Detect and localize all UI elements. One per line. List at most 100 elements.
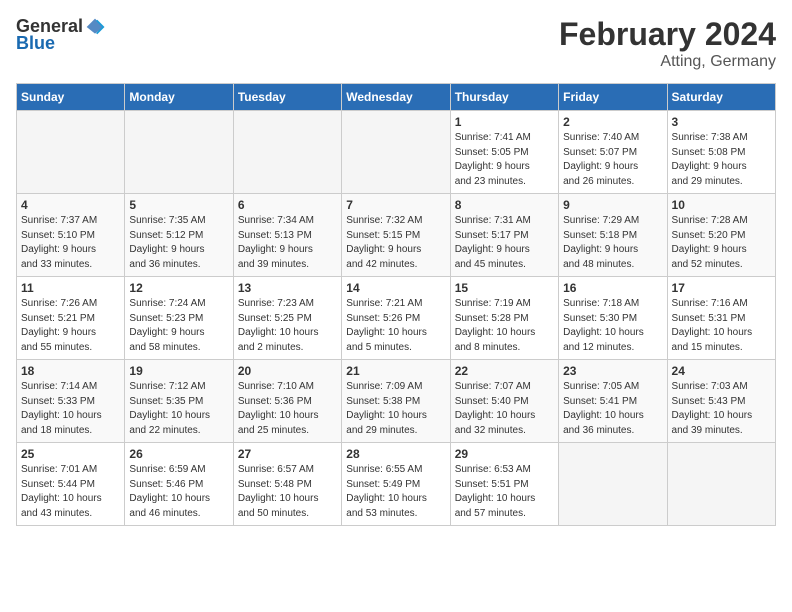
calendar-week-row: 11 Sunrise: 7:26 AMSunset: 5:21 PMDayligh… xyxy=(17,277,776,360)
calendar-cell: 19Sunrise: 7:12 AMSunset: 5:35 PMDayligh… xyxy=(125,360,233,443)
day-number: 21 xyxy=(346,364,445,378)
day-info: Sunrise: 7:05 AMSunset: 5:41 PMDaylight:… xyxy=(563,380,662,438)
day-number: 9 xyxy=(563,198,662,212)
calendar-cell: 22 Sunrise: 7:07 AMSunset: 5:40 PMDayligh… xyxy=(450,360,558,443)
day-number: 20 xyxy=(238,364,337,378)
day-info: Sunrise: 7:29 AMSunset: 5:18 PMDaylight:… xyxy=(563,214,662,272)
page-header: General Blue February 2024 Atting, Germa… xyxy=(16,16,776,71)
calendar-week-row: 4 Sunrise: 7:37 AMSunset: 5:10 PMDaylight… xyxy=(17,194,776,277)
logo-blue-text: Blue xyxy=(16,33,55,54)
calendar-cell: 28 Sunrise: 6:55 AMSunset: 5:49 PMDayligh… xyxy=(342,443,450,526)
calendar-cell xyxy=(342,111,450,194)
day-info: Sunrise: 7:32 AMSunset: 5:15 PMDaylight:… xyxy=(346,214,445,272)
day-number: 24 xyxy=(672,364,771,378)
day-number: 4 xyxy=(21,198,120,212)
day-info: Sunrise: 7:18 AMSunset: 5:30 PMDaylight:… xyxy=(563,297,662,355)
day-number: 23 xyxy=(563,364,662,378)
day-info: Sunrise: 7:14 AMSunset: 5:33 PMDaylight:… xyxy=(21,380,120,438)
day-info: Sunrise: 7:40 AMSunset: 5:07 PMDaylight:… xyxy=(563,131,662,189)
day-number: 2 xyxy=(563,115,662,129)
calendar-cell xyxy=(667,443,775,526)
calendar-cell: 21Sunrise: 7:09 AMSunset: 5:38 PMDayligh… xyxy=(342,360,450,443)
day-info: Sunrise: 7:38 AMSunset: 5:08 PMDaylight:… xyxy=(672,131,771,189)
calendar-week-row: 1Sunrise: 7:41 AMSunset: 5:05 PMDaylight… xyxy=(17,111,776,194)
calendar-week-row: 18 Sunrise: 7:14 AMSunset: 5:33 PMDayligh… xyxy=(17,360,776,443)
day-number: 25 xyxy=(21,447,120,461)
calendar-cell: 11 Sunrise: 7:26 AMSunset: 5:21 PMDayligh… xyxy=(17,277,125,360)
calendar-cell: 10 Sunrise: 7:28 AMSunset: 5:20 PMDayligh… xyxy=(667,194,775,277)
calendar-cell: 29 Sunrise: 6:53 AMSunset: 5:51 PMDayligh… xyxy=(450,443,558,526)
calendar-cell: 13Sunrise: 7:23 AMSunset: 5:25 PMDayligh… xyxy=(233,277,341,360)
day-number: 1 xyxy=(455,115,554,129)
day-number: 11 xyxy=(21,281,120,295)
day-info: Sunrise: 7:23 AMSunset: 5:25 PMDaylight:… xyxy=(238,297,337,355)
day-number: 17 xyxy=(672,281,771,295)
day-number: 14 xyxy=(346,281,445,295)
calendar-cell: 4 Sunrise: 7:37 AMSunset: 5:10 PMDaylight… xyxy=(17,194,125,277)
calendar-cell: 24 Sunrise: 7:03 AMSunset: 5:43 PMDayligh… xyxy=(667,360,775,443)
calendar-cell xyxy=(17,111,125,194)
calendar-cell: 14 Sunrise: 7:21 AMSunset: 5:26 PMDayligh… xyxy=(342,277,450,360)
day-of-week-header: Thursday xyxy=(450,84,558,111)
day-number: 15 xyxy=(455,281,554,295)
calendar-cell: 2 Sunrise: 7:40 AMSunset: 5:07 PMDaylight… xyxy=(559,111,667,194)
calendar-cell xyxy=(233,111,341,194)
day-number: 28 xyxy=(346,447,445,461)
calendar-cell: 27 Sunrise: 6:57 AMSunset: 5:48 PMDayligh… xyxy=(233,443,341,526)
day-info: Sunrise: 7:19 AMSunset: 5:28 PMDaylight:… xyxy=(455,297,554,355)
calendar-cell: 17 Sunrise: 7:16 AMSunset: 5:31 PMDayligh… xyxy=(667,277,775,360)
day-of-week-header: Saturday xyxy=(667,84,775,111)
day-number: 27 xyxy=(238,447,337,461)
day-info: Sunrise: 7:01 AMSunset: 5:44 PMDaylight:… xyxy=(21,463,120,521)
day-number: 19 xyxy=(129,364,228,378)
calendar-table: SundayMondayTuesdayWednesdayThursdayFrid… xyxy=(16,83,776,526)
day-info: Sunrise: 7:34 AMSunset: 5:13 PMDaylight:… xyxy=(238,214,337,272)
calendar-cell: 8 Sunrise: 7:31 AMSunset: 5:17 PMDaylight… xyxy=(450,194,558,277)
day-info: Sunrise: 7:35 AMSunset: 5:12 PMDaylight:… xyxy=(129,214,228,272)
day-number: 5 xyxy=(129,198,228,212)
day-number: 3 xyxy=(672,115,771,129)
day-of-week-header: Sunday xyxy=(17,84,125,111)
calendar-title: February 2024 xyxy=(559,16,776,53)
calendar-cell: 6Sunrise: 7:34 AMSunset: 5:13 PMDaylight… xyxy=(233,194,341,277)
day-number: 22 xyxy=(455,364,554,378)
day-number: 16 xyxy=(563,281,662,295)
day-of-week-header: Tuesday xyxy=(233,84,341,111)
title-block: February 2024 Atting, Germany xyxy=(559,16,776,71)
calendar-cell: 12 Sunrise: 7:24 AMSunset: 5:23 PMDayligh… xyxy=(125,277,233,360)
day-of-week-header: Monday xyxy=(125,84,233,111)
day-info: Sunrise: 7:10 AMSunset: 5:36 PMDaylight:… xyxy=(238,380,337,438)
calendar-cell: 18 Sunrise: 7:14 AMSunset: 5:33 PMDayligh… xyxy=(17,360,125,443)
day-number: 29 xyxy=(455,447,554,461)
calendar-cell xyxy=(125,111,233,194)
day-number: 26 xyxy=(129,447,228,461)
calendar-cell: 25 Sunrise: 7:01 AMSunset: 5:44 PMDayligh… xyxy=(17,443,125,526)
calendar-cell xyxy=(559,443,667,526)
day-of-week-header: Friday xyxy=(559,84,667,111)
day-number: 12 xyxy=(129,281,228,295)
logo-icon xyxy=(85,17,105,37)
day-info: Sunrise: 7:03 AMSunset: 5:43 PMDaylight:… xyxy=(672,380,771,438)
day-info: Sunrise: 7:37 AMSunset: 5:10 PMDaylight:… xyxy=(21,214,120,272)
day-info: Sunrise: 7:28 AMSunset: 5:20 PMDaylight:… xyxy=(672,214,771,272)
calendar-cell: 5 Sunrise: 7:35 AMSunset: 5:12 PMDaylight… xyxy=(125,194,233,277)
day-number: 18 xyxy=(21,364,120,378)
day-number: 8 xyxy=(455,198,554,212)
calendar-cell: 26Sunrise: 6:59 AMSunset: 5:46 PMDayligh… xyxy=(125,443,233,526)
day-info: Sunrise: 6:55 AMSunset: 5:49 PMDaylight:… xyxy=(346,463,445,521)
day-number: 10 xyxy=(672,198,771,212)
calendar-cell: 7 Sunrise: 7:32 AMSunset: 5:15 PMDaylight… xyxy=(342,194,450,277)
calendar-cell: 15 Sunrise: 7:19 AMSunset: 5:28 PMDayligh… xyxy=(450,277,558,360)
calendar-cell: 16 Sunrise: 7:18 AMSunset: 5:30 PMDayligh… xyxy=(559,277,667,360)
day-info: Sunrise: 7:26 AMSunset: 5:21 PMDaylight:… xyxy=(21,297,120,355)
day-info: Sunrise: 7:31 AMSunset: 5:17 PMDaylight:… xyxy=(455,214,554,272)
day-info: Sunrise: 7:24 AMSunset: 5:23 PMDaylight:… xyxy=(129,297,228,355)
calendar-header-row: SundayMondayTuesdayWednesdayThursdayFrid… xyxy=(17,84,776,111)
day-number: 7 xyxy=(346,198,445,212)
day-info: Sunrise: 7:21 AMSunset: 5:26 PMDaylight:… xyxy=(346,297,445,355)
day-info: Sunrise: 6:57 AMSunset: 5:48 PMDaylight:… xyxy=(238,463,337,521)
day-info: Sunrise: 7:16 AMSunset: 5:31 PMDaylight:… xyxy=(672,297,771,355)
day-info: Sunrise: 7:07 AMSunset: 5:40 PMDaylight:… xyxy=(455,380,554,438)
calendar-week-row: 25 Sunrise: 7:01 AMSunset: 5:44 PMDayligh… xyxy=(17,443,776,526)
day-info: Sunrise: 6:53 AMSunset: 5:51 PMDaylight:… xyxy=(455,463,554,521)
